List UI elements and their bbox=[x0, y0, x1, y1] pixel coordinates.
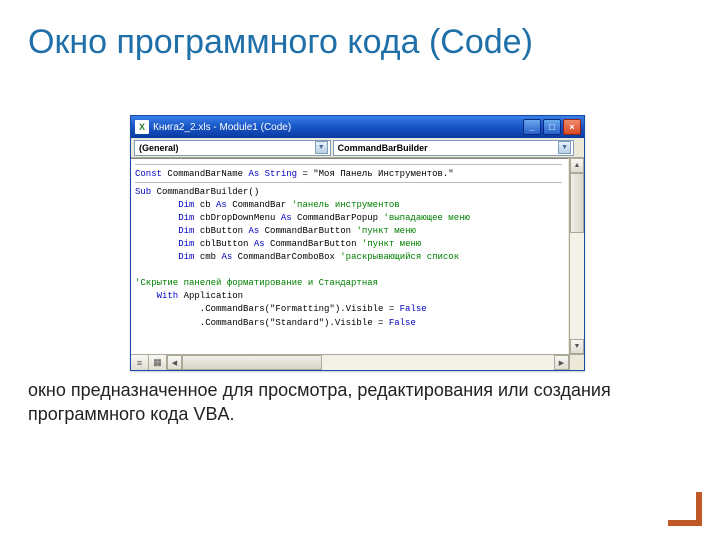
excel-icon: X bbox=[135, 120, 149, 134]
scroll-thumb-v[interactable] bbox=[570, 173, 584, 233]
object-dropdown[interactable]: (General) ▼ bbox=[134, 140, 331, 156]
slide-title: Окно программного кода (Code) bbox=[0, 0, 720, 63]
close-button[interactable]: × bbox=[563, 119, 581, 135]
horizontal-scrollbar[interactable]: ◀ ▶ bbox=[167, 355, 569, 370]
window-title: Книга2_2.xls - Module1 (Code) bbox=[153, 122, 521, 133]
scroll-left-button[interactable]: ◀ bbox=[167, 355, 182, 370]
scroll-track-v[interactable] bbox=[570, 173, 584, 339]
scroll-thumb-h[interactable] bbox=[182, 355, 322, 370]
maximize-button[interactable]: □ bbox=[543, 119, 561, 135]
object-dropdown-value: (General) bbox=[139, 143, 179, 153]
corner-decoration bbox=[668, 492, 702, 526]
minimize-button[interactable]: _ bbox=[523, 119, 541, 135]
object-proc-bar: (General) ▼ CommandBarBuilder ▼ bbox=[131, 138, 584, 158]
scroll-up-button[interactable]: ▲ bbox=[570, 158, 584, 173]
chevron-down-icon: ▼ bbox=[558, 141, 571, 154]
chevron-down-icon: ▼ bbox=[315, 141, 328, 154]
code-area: Const CommandBarName As String = "Моя Па… bbox=[131, 158, 584, 354]
procedure-dropdown-value: CommandBarBuilder bbox=[338, 143, 428, 153]
resize-grip[interactable] bbox=[569, 355, 584, 370]
scroll-track-h[interactable] bbox=[182, 355, 554, 370]
procedure-view-button[interactable]: ≡ bbox=[131, 355, 149, 370]
scroll-down-button[interactable]: ▼ bbox=[570, 339, 584, 354]
titlebar: X Книга2_2.xls - Module1 (Code) _ □ × bbox=[131, 116, 584, 138]
bottom-strip: ≡ ▦ ◀ ▶ bbox=[131, 354, 584, 370]
vertical-scrollbar[interactable]: ▲ ▼ bbox=[569, 158, 584, 354]
full-module-view-button[interactable]: ▦ bbox=[149, 355, 167, 370]
procedure-dropdown[interactable]: CommandBarBuilder ▼ bbox=[333, 140, 574, 156]
code-window: X Книга2_2.xls - Module1 (Code) _ □ × (G… bbox=[130, 115, 585, 371]
scroll-right-button[interactable]: ▶ bbox=[554, 355, 569, 370]
code-editor[interactable]: Const CommandBarName As String = "Моя Па… bbox=[131, 158, 569, 354]
slide-description: окно предназначенное для просмотра, реда… bbox=[28, 378, 668, 427]
